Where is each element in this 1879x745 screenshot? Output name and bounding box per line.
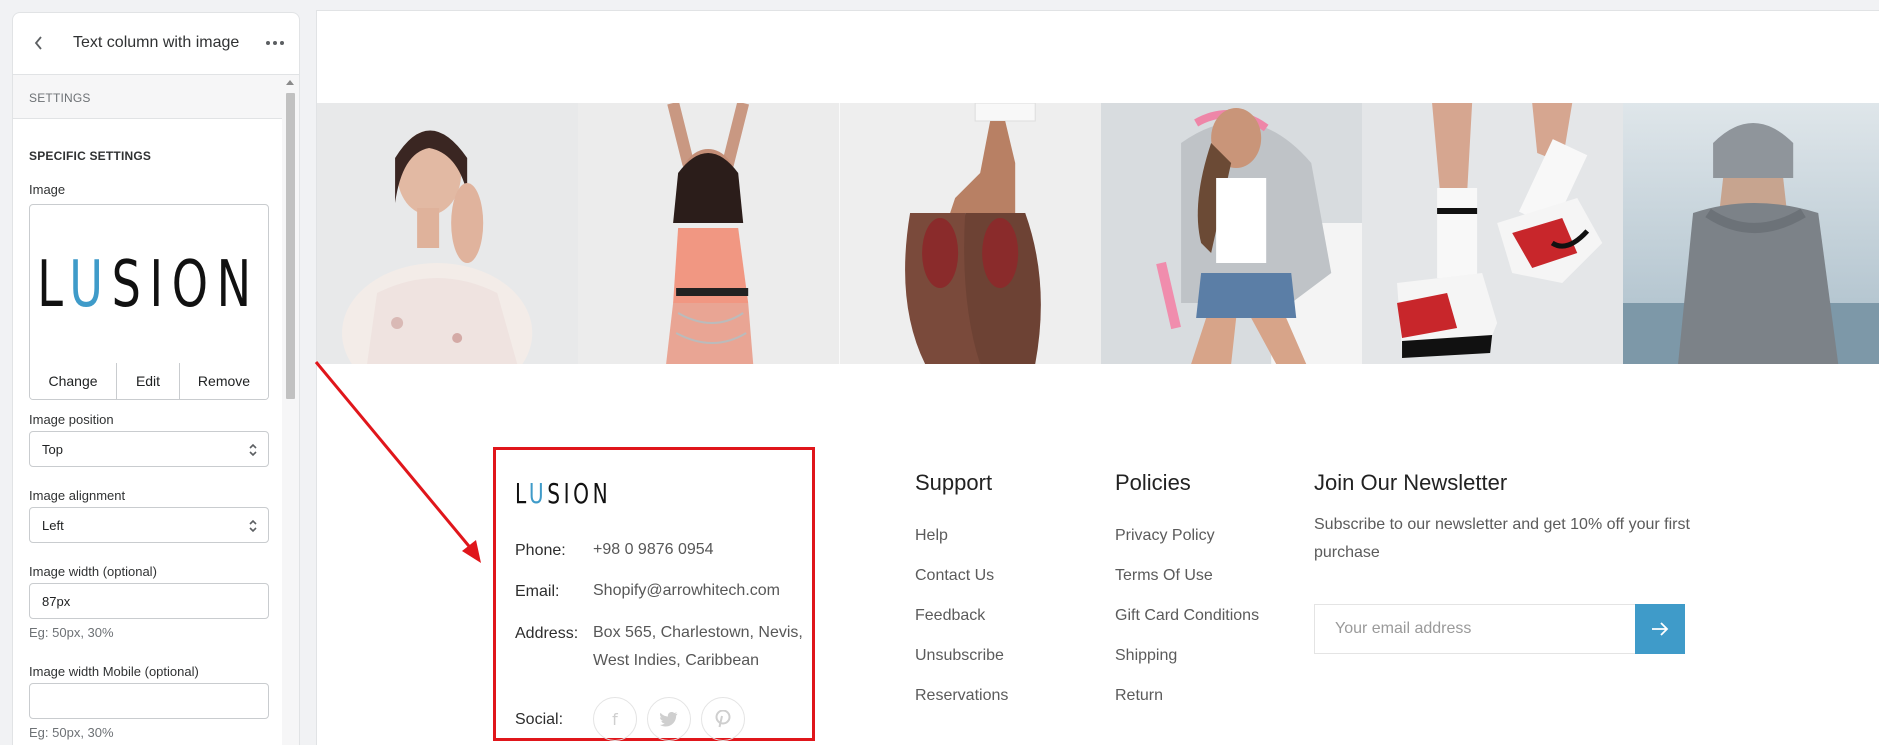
pinterest-icon[interactable] [701, 697, 745, 741]
chevron-left-icon [34, 36, 42, 50]
newsletter-submit-button[interactable] [1635, 604, 1685, 654]
footer-link-feedback[interactable]: Feedback [915, 607, 985, 625]
newsletter-email-input[interactable]: Your email address [1314, 604, 1635, 654]
image-picker: LUSION Change Edit Remove [29, 204, 269, 400]
woman-floral-blouse-photo[interactable] [317, 103, 579, 364]
change-image-button[interactable]: Change [30, 363, 117, 399]
instagram-gallery [317, 103, 1879, 364]
settings-scroll-area: SETTINGS SPECIFIC SETTINGS Image LUSION … [13, 75, 284, 745]
panel-header: Text column with image [13, 13, 299, 75]
footer-link-reservations[interactable]: Reservations [915, 687, 1008, 705]
image-position-label: Image position [29, 412, 114, 427]
email-label: Email: [515, 583, 560, 600]
footer-link-help[interactable]: Help [915, 527, 948, 545]
person-grey-beanie-photo[interactable] [1623, 103, 1879, 364]
back-button[interactable] [29, 33, 49, 53]
image-preview[interactable]: LUSION [30, 205, 268, 365]
hand-holding-shoes-photo[interactable] [839, 103, 1101, 364]
more-horizontal-icon [266, 41, 284, 45]
store-preview: LUSION Phone: +98 0 9876 0954 Email: Sho… [316, 10, 1879, 745]
policies-heading: Policies [1115, 470, 1191, 495]
footer-link-contact-us[interactable]: Contact Us [915, 567, 994, 585]
settings-panel: Text column with image SETTINGS SPECIFIC… [12, 12, 300, 745]
image-width-input[interactable]: 87px [29, 583, 269, 619]
scroll-up-arrow-icon[interactable] [286, 80, 294, 85]
edit-image-button[interactable]: Edit [117, 363, 180, 399]
panel-title: Text column with image [73, 34, 240, 51]
remove-image-button[interactable]: Remove [180, 363, 268, 399]
image-actions: Change Edit Remove [30, 363, 268, 399]
footer-link-privacy-policy[interactable]: Privacy Policy [1115, 527, 1215, 545]
phone-value[interactable]: +98 0 9876 0954 [593, 536, 714, 564]
image-position-value: Top [42, 441, 63, 457]
image-alignment-label: Image alignment [29, 488, 126, 503]
newsletter-heading: Join Our Newsletter [1314, 470, 1508, 495]
footer-logo[interactable]: LUSION [515, 477, 611, 510]
phone-label: Phone: [515, 542, 566, 559]
footer-link-terms-of-use[interactable]: Terms Of Use [1115, 567, 1213, 585]
image-width-hint: Eg: 50px, 30% [29, 625, 114, 640]
image-width-mobile-hint: Eg: 50px, 30% [29, 725, 114, 740]
address-line-1: Box 565, Charlestown, Nevis, [593, 624, 803, 641]
specific-settings-title: SPECIFIC SETTINGS [29, 149, 152, 163]
support-heading: Support [915, 470, 993, 495]
image-alignment-select[interactable]: Left [29, 507, 269, 543]
woman-coral-dress-photo[interactable] [578, 103, 840, 364]
settings-label: SETTINGS [29, 91, 91, 105]
image-width-label: Image width (optional) [29, 564, 157, 579]
image-alignment-value: Left [42, 517, 64, 533]
footer-link-gift-card-conditions[interactable]: Gift Card Conditions [1115, 607, 1259, 625]
footer-link-return[interactable]: Return [1115, 687, 1163, 705]
social-label: Social: [515, 711, 564, 728]
arrow-right-icon [1652, 622, 1669, 636]
email-value[interactable]: Shopify@arrowhitech.com [593, 577, 780, 605]
settings-section-bar: SETTINGS [13, 75, 284, 119]
image-label: Image [29, 182, 66, 197]
image-width-mobile-input[interactable] [29, 683, 269, 719]
image-position-select[interactable]: Top [29, 431, 269, 467]
select-arrows-icon [249, 519, 257, 533]
sneakers-red-socks-photo[interactable] [1362, 103, 1624, 364]
address-line-2: West Indies, Caribbean [593, 652, 760, 669]
footer-link-shipping[interactable]: Shipping [1115, 647, 1177, 665]
newsletter-description: Subscribe to our newsletter and get 10% … [1314, 516, 1690, 561]
image-width-mobile-label: Image width Mobile (optional) [29, 664, 199, 679]
scrollbar-thumb[interactable] [286, 93, 295, 399]
woman-hoodie-shorts-photo[interactable] [1100, 103, 1363, 364]
twitter-icon[interactable] [647, 697, 691, 741]
footer-link-unsubscribe[interactable]: Unsubscribe [915, 647, 1004, 665]
panel-scrollbar[interactable] [282, 75, 299, 745]
more-actions-button[interactable] [263, 35, 287, 51]
address-label: Address: [515, 625, 579, 642]
facebook-icon[interactable]: f [593, 697, 637, 741]
select-arrows-icon [249, 443, 257, 457]
lusion-logo: LUSION [37, 247, 261, 322]
